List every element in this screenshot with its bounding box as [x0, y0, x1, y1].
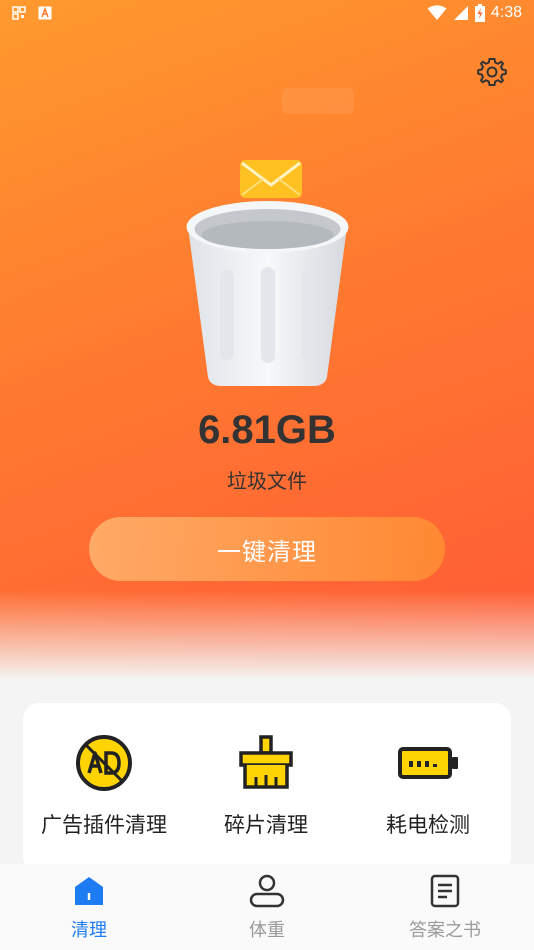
nav-tab-answer-book[interactable]: 答案之书 [385, 874, 505, 942]
status-bar: 4:38 [0, 0, 534, 28]
tools-card: 广告插件清理 碎片清理 耗电检测 [23, 703, 511, 873]
brush-icon [239, 735, 293, 789]
home-icon [75, 877, 103, 905]
nav-label: 体重 [249, 920, 285, 941]
tool-battery-check[interactable]: 耗电检测 [347, 733, 509, 853]
tool-label: 广告插件清理 [41, 813, 167, 837]
qr-notify-icon [12, 6, 26, 20]
envelope-icon [240, 160, 302, 198]
trash-can-icon [186, 160, 349, 386]
wifi-icon [427, 5, 447, 20]
hero-fade [0, 590, 534, 680]
nav-label: 清理 [71, 920, 107, 941]
battery-icon [398, 747, 458, 779]
person-icon [249, 874, 285, 908]
tool-fragment-cleanup[interactable]: 碎片清理 [185, 733, 347, 853]
play-badge [282, 88, 354, 114]
junk-label: 垃圾文件 [227, 469, 307, 493]
ad-icon [76, 735, 132, 791]
nav-tab-clean[interactable]: 清理 [29, 874, 149, 942]
battery-charging-icon [474, 4, 485, 22]
a-notify-icon [38, 6, 52, 20]
junk-size: 6.81GB [198, 408, 336, 452]
nav-label: 答案之书 [409, 920, 481, 941]
one-key-clean-button[interactable]: 一键清理 [89, 517, 445, 581]
nav-tab-weight[interactable]: 体重 [207, 874, 327, 942]
gear-icon[interactable] [476, 56, 508, 88]
tool-label: 耗电检测 [386, 813, 470, 837]
tool-label: 碎片清理 [224, 813, 308, 837]
tool-ad-cleanup[interactable]: 广告插件清理 [23, 733, 185, 853]
status-time: 4:38 [490, 4, 522, 21]
bottom-nav: 清理 体重 答案之书 [0, 864, 534, 950]
book-icon [430, 874, 460, 908]
cellular-icon [453, 6, 468, 20]
